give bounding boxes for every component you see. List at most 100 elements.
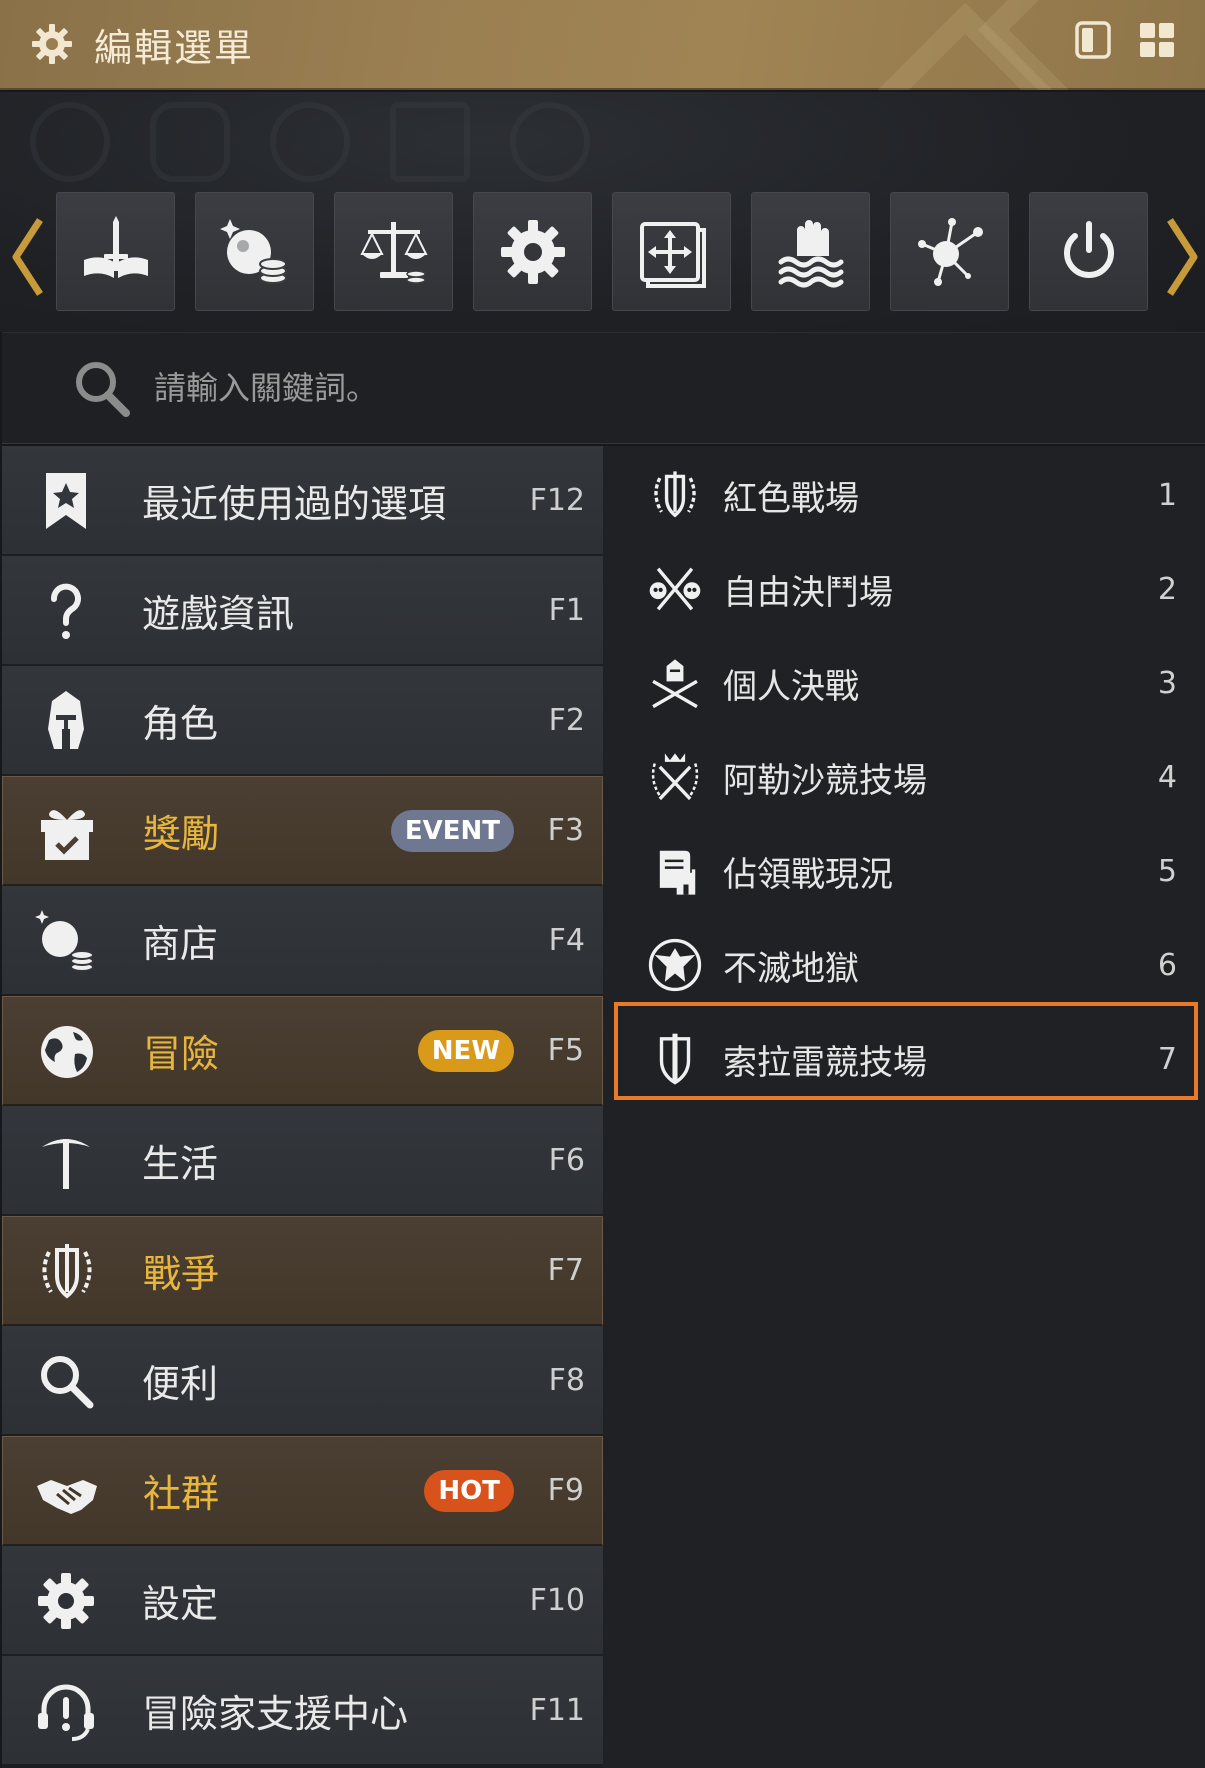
menu-item[interactable]: 最近使用過的選項 F12 bbox=[2, 446, 603, 556]
menu-item-label: 社群 bbox=[143, 1472, 220, 1516]
menu-item-label: 生活 bbox=[142, 1141, 219, 1186]
submenu-item-shortcut: 5 bbox=[1157, 853, 1177, 889]
chevron-right-icon[interactable] bbox=[1162, 212, 1202, 302]
submenu-item[interactable]: 不滅地獄 6 bbox=[603, 918, 1205, 1012]
search-input[interactable] bbox=[154, 358, 1054, 418]
submenu-item[interactable]: 自由決鬥場 2 bbox=[603, 542, 1205, 636]
pearl-coins-icon bbox=[34, 909, 98, 973]
menu-item-label: 戰爭 bbox=[143, 1252, 220, 1296]
gear-icon bbox=[32, 24, 72, 64]
toolbar-shop-button[interactable] bbox=[195, 192, 314, 311]
submenu-item[interactable]: 索拉雷競技場 7 bbox=[603, 1012, 1205, 1106]
submenu-item-label: 索拉雷競技場 bbox=[723, 1042, 927, 1083]
menu-item[interactable]: 生活 F6 bbox=[2, 1106, 603, 1216]
menu-item-shortcut: F12 bbox=[529, 482, 585, 518]
menu-item-shortcut: F5 bbox=[547, 1033, 584, 1068]
title-bar: 編輯選單 bbox=[0, 0, 1205, 90]
menu-item-label: 商店 bbox=[142, 921, 219, 966]
menu-item[interactable]: 戰爭 F7 bbox=[2, 1216, 603, 1326]
shield-laurel-icon bbox=[35, 1240, 99, 1304]
menu-item[interactable]: 便利 F8 bbox=[2, 1326, 603, 1436]
menu-item[interactable]: 冒險 NEW F5 bbox=[2, 996, 603, 1106]
eagle-emblem-icon bbox=[648, 938, 702, 992]
event-badge: EVENT bbox=[390, 809, 514, 852]
bookmark-star-icon bbox=[34, 469, 98, 533]
menu-item-shortcut: F4 bbox=[548, 922, 585, 958]
move-frame-icon bbox=[639, 221, 706, 288]
menu-item[interactable]: 商店 F4 bbox=[2, 886, 603, 996]
submenu-item-shortcut: 7 bbox=[1157, 1041, 1177, 1077]
menu-item-label: 設定 bbox=[142, 1581, 219, 1626]
menu-item[interactable]: 社群 HOT F9 bbox=[2, 1436, 603, 1546]
grid-icon[interactable] bbox=[1137, 20, 1177, 60]
submenu-item-label: 個人決戰 bbox=[723, 666, 859, 707]
toolbar-idle-button[interactable] bbox=[751, 192, 870, 311]
menu-item[interactable]: 獎勵 EVENT F3 bbox=[2, 776, 603, 886]
submenu-item-label: 不滅地獄 bbox=[723, 948, 859, 989]
toolbar-network-button[interactable] bbox=[890, 192, 1009, 311]
new-badge: NEW bbox=[417, 1029, 514, 1072]
gift-icon bbox=[35, 800, 99, 864]
toolbar-move-ui-button[interactable] bbox=[612, 192, 731, 311]
menu-item-label: 獎勵 bbox=[143, 812, 220, 856]
submenu-item[interactable]: 佔領戰現況 5 bbox=[603, 824, 1205, 918]
magnifier-icon bbox=[34, 1349, 98, 1413]
crossed-swords-skulls-icon bbox=[648, 562, 702, 616]
toolbar-settings-button[interactable] bbox=[473, 192, 592, 311]
question-icon bbox=[34, 579, 98, 643]
quick-toolbar bbox=[0, 92, 1205, 332]
menu-item-label: 遊戲資訊 bbox=[142, 591, 295, 636]
submenu-item[interactable]: 阿勒沙競技場 4 bbox=[603, 730, 1205, 824]
submenu-item-label: 自由決鬥場 bbox=[723, 572, 893, 613]
menu-item-shortcut: F7 bbox=[547, 1253, 584, 1288]
submenu-item-shortcut: 2 bbox=[1157, 571, 1177, 607]
toolbar-power-button[interactable] bbox=[1029, 192, 1148, 311]
search-bar bbox=[2, 332, 1205, 444]
edit-menu-window: 編輯選單 請輸入關鍵詞。 最近使用過的選項 F12 遊戲資訊 F1 角色 F2 … bbox=[0, 0, 1205, 1768]
window-title: 編輯選單 bbox=[94, 25, 255, 70]
menu-item-label: 最近使用過的選項 bbox=[142, 481, 447, 526]
submenu-item-shortcut: 4 bbox=[1157, 759, 1177, 795]
submenu-item[interactable]: 紅色戰場 1 bbox=[603, 448, 1205, 542]
menu-item-shortcut: F2 bbox=[548, 702, 585, 738]
menu-item-label: 冒險 bbox=[143, 1032, 220, 1076]
helmet-icon bbox=[34, 689, 98, 753]
submenu-item-label: 佔領戰現況 bbox=[723, 854, 893, 895]
chevron-left-icon[interactable] bbox=[8, 212, 48, 302]
submenu-item-shortcut: 1 bbox=[1157, 477, 1177, 513]
menu-item[interactable]: 角色 F2 bbox=[2, 666, 603, 776]
menu-item-shortcut: F8 bbox=[548, 1362, 585, 1398]
menu-item-shortcut: F9 bbox=[547, 1473, 584, 1508]
submenu-item-shortcut: 3 bbox=[1157, 665, 1177, 701]
menu-item[interactable]: 冒險家支援中心 F11 bbox=[2, 1656, 603, 1766]
single-panel-icon[interactable] bbox=[1073, 20, 1113, 60]
submenu-item[interactable]: 個人決戰 3 bbox=[603, 636, 1205, 730]
toolbar-guide-book-button[interactable] bbox=[56, 192, 175, 311]
menu-item[interactable]: 遊戲資訊 F1 bbox=[2, 556, 603, 666]
knight-crossed-swords-icon bbox=[648, 656, 702, 710]
sword-book-icon bbox=[83, 215, 148, 278]
menu-item-label: 角色 bbox=[142, 701, 219, 746]
menu-item-shortcut: F3 bbox=[547, 813, 584, 848]
toolbar-market-button[interactable] bbox=[334, 192, 453, 311]
hand-waves-icon bbox=[778, 219, 843, 287]
menu-item-shortcut: F6 bbox=[548, 1142, 585, 1178]
war-submenu: 紅色戰場 1 自由決鬥場 2 個人決戰 3 阿勒沙競技場 4 佔領戰現況 5 不滅地獄 6 索拉雷競技場… bbox=[603, 446, 1205, 1768]
scroll-tower-icon bbox=[648, 844, 702, 898]
node-network-icon bbox=[917, 217, 983, 286]
menu-item[interactable]: 設定 F10 bbox=[2, 1546, 603, 1656]
shield-laurel-icon bbox=[648, 468, 702, 522]
pearl-coins-icon bbox=[219, 218, 287, 284]
globe-icon bbox=[35, 1020, 99, 1084]
submenu-item-label: 阿勒沙競技場 bbox=[723, 760, 927, 801]
menu-item-label: 冒險家支援中心 bbox=[142, 1691, 409, 1736]
menu-item-shortcut: F10 bbox=[529, 1582, 585, 1618]
menu-item-shortcut: F11 bbox=[529, 1692, 585, 1728]
sword-shield-icon bbox=[648, 1032, 702, 1086]
toolbar-row bbox=[56, 192, 1148, 311]
submenu-item-shortcut: 6 bbox=[1157, 947, 1177, 983]
handshake-icon bbox=[35, 1460, 99, 1524]
power-icon bbox=[1063, 220, 1114, 278]
gear-icon bbox=[500, 219, 565, 284]
pickaxe-icon bbox=[34, 1129, 98, 1193]
